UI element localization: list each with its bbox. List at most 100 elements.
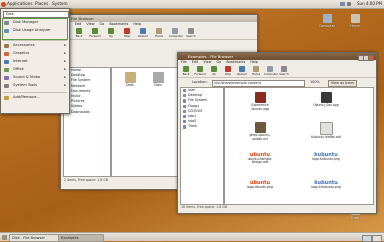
computer-icon [322, 14, 332, 23]
disk-usage-icon [4, 28, 9, 33]
menu-separator [3, 40, 67, 41]
desktop-icon-computer[interactable]: Computer [316, 14, 338, 28]
chevron-right-icon: ▸ [64, 83, 66, 87]
back-button[interactable]: Back [73, 28, 85, 38]
system-tools-icon [4, 83, 9, 88]
reload-button[interactable]: Reload [236, 66, 248, 76]
image-file-thumbnail [254, 122, 266, 133]
home-folder-icon [182, 89, 186, 93]
search-button[interactable]: Search [185, 28, 197, 38]
file-icon[interactable]: ubuntu logo-Ubuntu.png [243, 181, 277, 189]
file-browser-window-front[interactable]: Examples - File Browser File Edit View G… [177, 52, 377, 214]
menu-edit[interactable]: Edit [75, 22, 82, 26]
file-icon[interactable]: Ubuntu_Sax.ogg [309, 92, 343, 108]
multimedia-icon [4, 75, 9, 80]
side-item-downloads[interactable]: Downloads [64, 110, 110, 115]
window-title: Examples - File Browser [188, 54, 234, 59]
status-bar: 16 items, Free space: 1.8 GB [181, 205, 227, 209]
menu-item-graphics[interactable]: Graphics ▸ [1, 50, 69, 57]
menu-item-internet[interactable]: Internet ▸ [1, 58, 69, 65]
file-icon[interactable]: gimp-ubuntu-splash.xcf [243, 122, 277, 141]
file-icon[interactable]: Experience ubuntu.ogg [243, 92, 277, 111]
menu-item-disk-usage-analyzer[interactable]: Disk Usage Analyzer [1, 27, 69, 34]
home-button[interactable]: Home [250, 66, 262, 76]
back-button[interactable]: Back [180, 66, 192, 76]
desktop-icon [182, 94, 186, 98]
menu-help[interactable]: Help [133, 22, 141, 26]
applications-menu-popup: Disk Disk Manager Disk Usage Analyzer Ac… [0, 8, 70, 114]
office-icon [4, 67, 9, 72]
menu-item-system-tools[interactable]: System Tools ▸ [1, 82, 69, 89]
side-pane[interactable]: Home Desktop File System Network Documen… [63, 67, 111, 177]
stop-button[interactable]: Stop [121, 28, 133, 38]
stop-button[interactable]: Stop [222, 66, 234, 76]
ubuntu-logo-icon[interactable] [1, 1, 6, 7]
document-thumbnail [319, 122, 333, 135]
file-icon[interactable]: Docs [146, 72, 170, 88]
menu-view[interactable]: View [86, 22, 94, 26]
menu-separator [3, 92, 67, 93]
window-titlebar[interactable]: Examples - File Browser [178, 53, 376, 60]
file-icon[interactable]: kubuntu logo-Edubuntu.png [309, 181, 343, 189]
menu-edit[interactable]: Edit [192, 60, 199, 64]
view-mode-select[interactable]: View as Icons [328, 80, 357, 87]
workspace-2[interactable] [372, 234, 382, 242]
show-desktop-icon[interactable] [2, 234, 7, 240]
menu-item-sound-video[interactable]: Sound & Video ▸ [1, 74, 69, 81]
file-thumbnail [152, 72, 164, 83]
menu-bookmarks[interactable]: Bookmarks [226, 60, 245, 64]
window-titlebar[interactable]: File Browser [61, 15, 257, 22]
toolbar: Back Forward Up Stop Reload Home Compute… [61, 27, 257, 40]
clock[interactable]: Sun 4:00 PM [357, 1, 382, 7]
zoom-level[interactable]: 100% [310, 79, 320, 86]
place-trash[interactable]: Trash [181, 124, 223, 129]
network-icon[interactable] [340, 2, 345, 6]
menu-view[interactable]: View [203, 60, 211, 64]
menu-go[interactable]: Go [100, 22, 105, 26]
desktop-icon-label: Computer [319, 24, 335, 28]
menu-item-accessories[interactable]: Accessories ▸ [1, 42, 69, 49]
floppy-icon [182, 104, 186, 108]
computer-button[interactable]: Computer [264, 66, 278, 76]
desktop-icon-label: Trash [350, 216, 360, 220]
reload-button[interactable]: Reload [137, 28, 149, 38]
home-button[interactable]: Home [153, 28, 165, 38]
menu-file[interactable]: File [181, 60, 187, 64]
files-pane[interactable]: Experience ubuntu.ogg Ubuntu_Sax.ogg gim… [224, 87, 374, 205]
menu-item-add-remove[interactable]: Add/Remove... [1, 94, 69, 101]
location-label: Location: [192, 80, 208, 84]
places-menu[interactable]: Places [35, 1, 48, 7]
system-menu[interactable]: System [52, 1, 68, 7]
up-button[interactable]: Up [105, 28, 117, 38]
menu-search-input[interactable]: Disk [3, 11, 69, 18]
menu-bookmarks[interactable]: Bookmarks [109, 22, 128, 26]
file-icon[interactable]: Desk [118, 72, 142, 88]
volume-icon[interactable] [347, 2, 351, 6]
add-remove-icon [4, 95, 9, 100]
search-button[interactable]: Search [278, 66, 290, 76]
taskbar-item-disk[interactable]: Disk - File Browser [9, 234, 59, 242]
menu-item-office[interactable]: Office ▸ [1, 66, 69, 73]
places-pane[interactable]: user Desktop File System Floppy CD-ROM s… [180, 87, 224, 205]
menu-go[interactable]: Go [217, 60, 222, 64]
forward-button[interactable]: Forward [194, 66, 206, 76]
file-icon[interactable]: kubuntu logo-Kubuntu.png [309, 153, 343, 161]
file-icon[interactable]: Kubuntu leaflet.odt [309, 122, 343, 140]
internet-icon [4, 59, 9, 64]
trash-icon [182, 125, 186, 129]
up-button[interactable]: Up [208, 66, 220, 76]
computer-button[interactable]: Computer [169, 28, 183, 38]
file-icon[interactable]: ubuntu ubuntu-Sample-Design.odt [243, 153, 277, 165]
menu-item-disk-manager[interactable]: Disk Manager [1, 19, 69, 26]
chevron-right-icon: ▸ [64, 51, 66, 55]
cdrom-icon [182, 109, 186, 113]
forward-button[interactable]: Forward [89, 28, 101, 38]
music-note-icon [320, 92, 332, 103]
desktop-icon-home[interactable]: Home [344, 14, 366, 28]
location-input[interactable]: /usr/share/example-content [212, 80, 305, 87]
menu-help[interactable]: Help [250, 60, 258, 64]
taskbar-item-examples[interactable]: Examples [58, 234, 104, 242]
applications-menu[interactable]: Applications [7, 1, 33, 7]
graphics-icon [4, 51, 9, 56]
workspace-1[interactable] [362, 234, 372, 242]
